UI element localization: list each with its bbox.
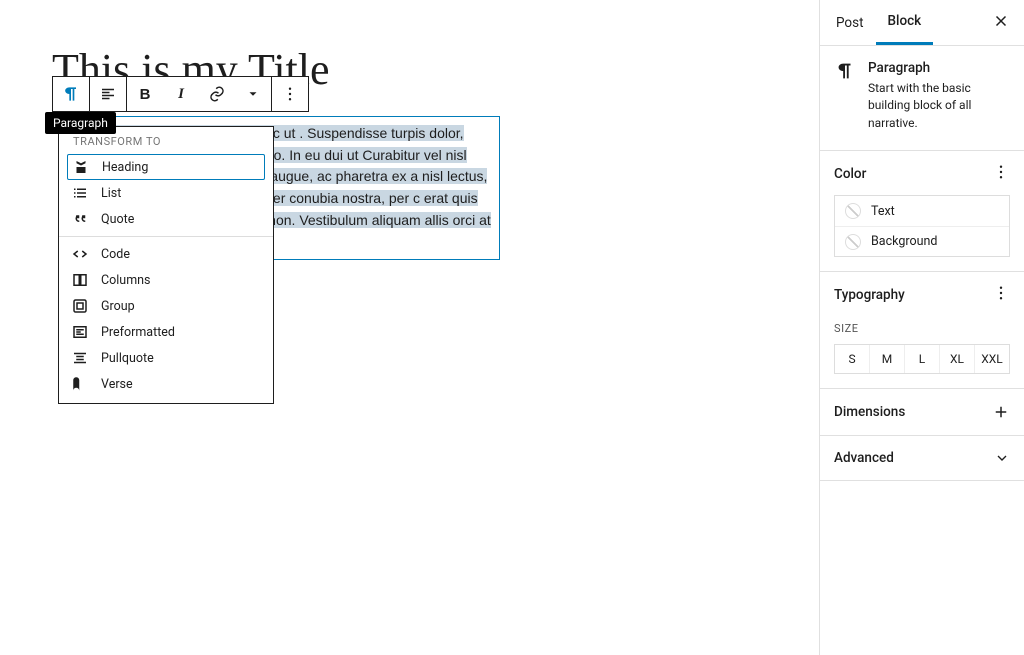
sidebar-tabs: Post Block (820, 0, 1024, 46)
transform-item-columns[interactable]: Columns (59, 267, 273, 293)
typography-panel-title: Typography (834, 287, 905, 303)
text-color-button[interactable]: Text (835, 196, 1009, 226)
align-button[interactable] (90, 77, 126, 111)
kebab-icon (992, 284, 1010, 302)
group-icon (71, 297, 89, 315)
swatch-icon (845, 234, 861, 250)
color-panel-title: Color (834, 166, 866, 182)
plus-icon (992, 403, 1010, 421)
align-left-icon (99, 85, 117, 103)
tab-post[interactable]: Post (820, 0, 876, 45)
dimensions-panel-toggle[interactable]: Dimensions (820, 389, 1024, 436)
settings-sidebar: Post Block Paragraph Start with the basi… (819, 0, 1024, 655)
close-sidebar-button[interactable] (978, 12, 1024, 34)
transform-item-verse[interactable]: Verse (59, 371, 273, 397)
link-icon (208, 85, 226, 103)
size-xxl[interactable]: XXL (974, 345, 1009, 373)
size-settings-button[interactable] (994, 318, 1010, 338)
transform-item-list[interactable]: List (59, 180, 273, 206)
code-icon (71, 245, 89, 263)
paragraph-icon (834, 60, 856, 82)
kebab-icon (281, 85, 299, 103)
block-card-description: Start with the basic building block of a… (868, 80, 1010, 132)
preformatted-icon (71, 323, 89, 341)
sliders-icon (994, 318, 1010, 334)
transform-item-code[interactable]: Code (59, 241, 273, 267)
verse-icon (71, 375, 89, 393)
size-presets: S M L XL XXL (834, 344, 1010, 374)
list-icon (71, 184, 89, 202)
tab-block[interactable]: Block (876, 0, 934, 45)
advanced-panel-toggle[interactable]: Advanced (820, 436, 1024, 481)
paragraph-icon (61, 84, 81, 104)
color-panel: Color Text Background (820, 151, 1024, 272)
quote-icon (71, 210, 89, 228)
transform-item-preformatted[interactable]: Preformatted (59, 319, 273, 345)
typography-panel: Typography Size S M L XL XXL (820, 272, 1024, 389)
kebab-icon (992, 163, 1010, 181)
size-m[interactable]: M (869, 345, 904, 373)
pullquote-icon (71, 349, 89, 367)
color-panel-options-button[interactable] (992, 163, 1010, 185)
size-s[interactable]: S (835, 345, 869, 373)
transform-popover: Transform to Heading List Quote Code Col… (58, 126, 274, 404)
italic-button[interactable]: I (163, 77, 199, 111)
heading-icon (72, 158, 90, 176)
bold-button[interactable]: B (127, 77, 163, 111)
paragraph-tooltip: Paragraph (45, 112, 116, 134)
background-color-button[interactable]: Background (835, 226, 1009, 256)
block-card: Paragraph Start with the basic building … (820, 46, 1024, 151)
transform-item-pullquote[interactable]: Pullquote (59, 345, 273, 371)
transform-toggle-button[interactable] (53, 77, 89, 111)
block-card-title: Paragraph (868, 60, 1010, 76)
size-label: Size (834, 322, 859, 335)
block-toolbar: B I (52, 76, 309, 112)
editor-canvas: This is my Title B I (0, 0, 819, 655)
more-rich-text-button[interactable] (235, 77, 271, 111)
swatch-icon (845, 203, 861, 219)
columns-icon (71, 271, 89, 289)
size-xl[interactable]: XL (939, 345, 974, 373)
transform-item-group[interactable]: Group (59, 293, 273, 319)
block-options-button[interactable] (272, 77, 308, 111)
typography-panel-options-button[interactable] (992, 284, 1010, 306)
close-icon (992, 12, 1010, 30)
chevron-down-icon (246, 87, 260, 101)
chevron-down-icon (994, 450, 1010, 466)
size-l[interactable]: L (904, 345, 939, 373)
transform-item-heading[interactable]: Heading (67, 154, 265, 180)
link-button[interactable] (199, 77, 235, 111)
transform-item-quote[interactable]: Quote (59, 206, 273, 232)
